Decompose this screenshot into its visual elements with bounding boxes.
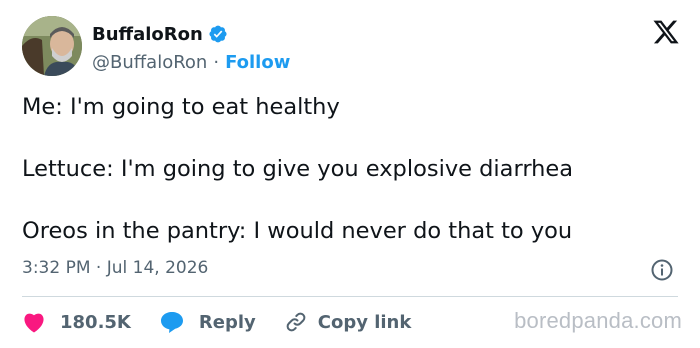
tweet-time: 3:32 PM — [22, 258, 91, 278]
heart-icon — [24, 313, 44, 333]
handle[interactable]: @BuffaloRon — [92, 52, 207, 73]
watermark-logo: boredpanda.com — [514, 308, 682, 333]
tweet-line: Me: I'm going to eat healthy — [22, 94, 340, 120]
date-separator: · — [95, 258, 102, 278]
action-bar: 180.5K Reply Copy link — [22, 307, 411, 337]
tweet-date: Jul 14, 2026 — [106, 258, 209, 278]
avatar[interactable] — [22, 16, 82, 76]
display-name[interactable]: BuffaloRon — [92, 24, 203, 45]
copy-link-label: Copy link — [317, 311, 412, 333]
divider — [22, 296, 678, 297]
follow-link[interactable]: Follow — [225, 52, 290, 73]
info-icon[interactable] — [650, 258, 674, 282]
reply-button[interactable]: Reply — [159, 310, 256, 334]
verified-badge-icon — [209, 25, 227, 43]
separator-dot: · — [213, 51, 220, 73]
reply-label: Reply — [198, 311, 256, 333]
tweet-line: Oreos in the pantry: I would never do th… — [22, 218, 573, 244]
x-logo-icon[interactable] — [652, 18, 680, 46]
tweet-line: Lettuce: I'm going to give you explosive… — [22, 156, 574, 182]
copy-link-button[interactable]: Copy link — [284, 310, 412, 334]
like-count: 180.5K — [60, 311, 131, 333]
like-button[interactable]: 180.5K — [22, 311, 131, 333]
tweet-text: Me: I'm going to eat healthy Lettuce: I'… — [22, 92, 682, 246]
tweet-header: BuffaloRon @BuffaloRon · Follow — [22, 16, 682, 78]
avatar-image — [22, 16, 82, 76]
reply-bubble-icon — [160, 312, 183, 333]
link-icon — [286, 312, 306, 332]
tweet-timestamp[interactable]: 3:32 PM · Jul 14, 2026 — [22, 258, 208, 278]
